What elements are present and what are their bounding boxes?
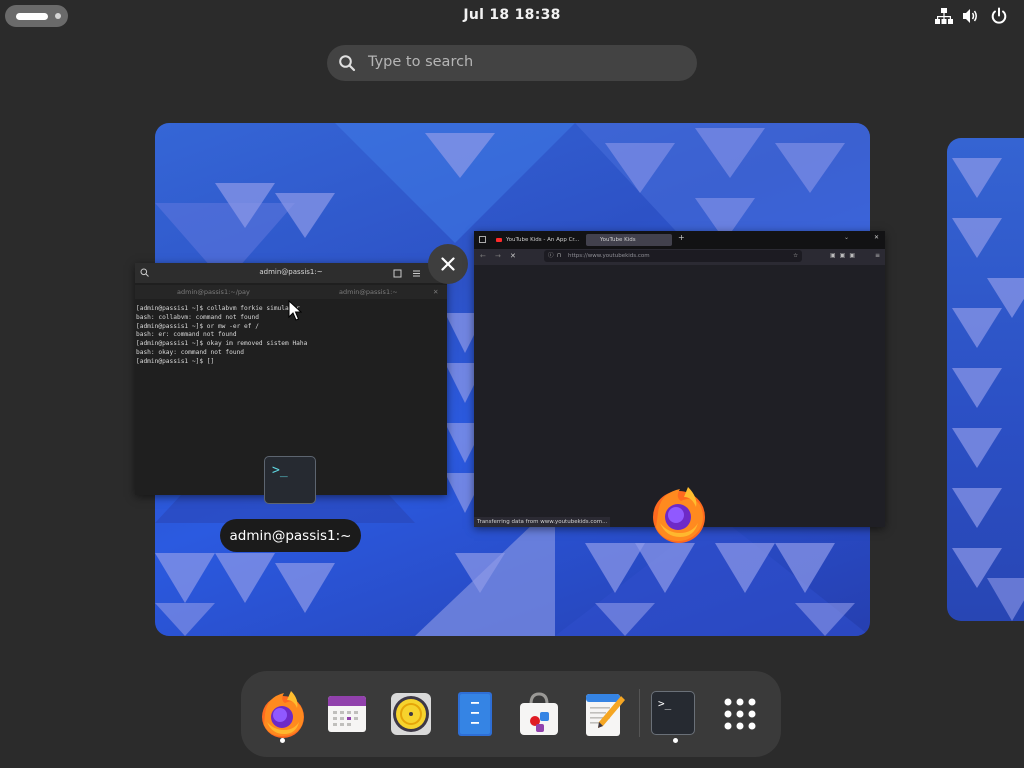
wallpaper-next — [952, 158, 1024, 621]
terminal-prompt-glyph: >_ — [658, 697, 672, 710]
firefox-icon — [653, 487, 705, 543]
show-apps-grid-icon[interactable] — [714, 688, 766, 740]
search-placeholder: Type to search — [368, 54, 474, 70]
network-icon[interactable] — [935, 7, 953, 25]
new-tab-icon: + — [678, 233, 685, 242]
terminal-tab: admin@passis1:~ — [339, 288, 398, 296]
mouse-pointer-icon — [288, 300, 302, 321]
window-title-label: admin@passis1:~ — [220, 519, 361, 552]
lock-icon: ⊓ — [557, 253, 562, 259]
stop-icon: ✕ — [510, 252, 516, 260]
chevron-down-icon: ⌄ — [844, 234, 850, 241]
info-icon: ⓘ — [548, 253, 554, 259]
browser-tab-title: YouTube Kids — [600, 237, 636, 243]
terminal-line: [admin@passis1 ~]$ okay im removed siste… — [136, 340, 308, 348]
browser-tab-title: YouTube Kids - An App Cr... — [506, 237, 580, 243]
terminal-tab: admin@passis1:~/pay — [177, 288, 250, 296]
dash-dock: >_ — [241, 671, 781, 757]
menu-icon: ≡ — [875, 252, 881, 259]
youtube-icon — [496, 238, 502, 242]
browser-tab-bar: YouTube Kids - An App Cr... YouTube Kids… — [474, 231, 885, 249]
running-indicator — [280, 738, 285, 743]
browser-tab-active: YouTube Kids — [586, 234, 672, 246]
close-icon — [441, 257, 455, 271]
terminal-headerbar: admin@passis1:~ — [135, 263, 447, 283]
browser-navbar: ← → ✕ ⓘ ⊓ https://www.youtubekids.com ☆ … — [474, 249, 885, 265]
dock-software-icon[interactable] — [513, 688, 565, 740]
close-icon: ✕ — [874, 234, 880, 241]
volume-icon[interactable] — [962, 7, 980, 25]
terminal-line: [admin@passis1 ~]$ or mw -er ef / — [136, 322, 259, 330]
power-icon[interactable] — [990, 7, 1008, 25]
dock-separator — [639, 689, 640, 737]
dock-rhythmbox-icon[interactable] — [385, 688, 437, 740]
back-icon: ← — [480, 252, 486, 260]
window-title-text: admin@passis1:~ — [229, 528, 352, 544]
tab-list-icon — [479, 236, 486, 243]
url-text: https://www.youtubekids.com — [568, 253, 650, 259]
browser-tab: YouTube Kids - An App Cr... — [492, 234, 584, 246]
dock-terminal-icon[interactable]: >_ — [651, 691, 695, 735]
terminal-app-icon: >_ — [264, 456, 316, 504]
clock[interactable]: Jul 18 18:38 — [0, 7, 1024, 23]
new-tab-icon — [393, 269, 402, 278]
running-indicator — [673, 738, 678, 743]
terminal-line: [admin@passis1 ~]$ [] — [136, 357, 215, 365]
search-bar[interactable]: Type to search — [327, 45, 697, 81]
dock-text-editor-icon[interactable] — [577, 688, 629, 740]
search-icon — [339, 55, 356, 72]
dock-firefox-icon[interactable] — [257, 688, 309, 740]
close-window-button[interactable] — [428, 244, 468, 284]
bookmark-star-icon: ☆ — [793, 253, 798, 259]
browser-status-bar: Transferring data from www.youtubekids.c… — [474, 517, 611, 527]
terminal-tab-bar: admin@passis1:~/pay admin@passis1:~ ✕ — [135, 285, 447, 299]
toolbar-icons: ▣▣▣ — [830, 252, 860, 259]
top-bar: Jul 18 18:38 — [0, 0, 1024, 32]
dock-document-icon[interactable] — [449, 688, 501, 740]
terminal-line: bash: okay: command not found — [136, 348, 245, 356]
terminal-prompt-glyph: >_ — [272, 463, 288, 478]
workspace-preview-next[interactable] — [947, 138, 1024, 621]
menu-icon — [413, 270, 420, 277]
terminal-line: bash: er: command not found — [136, 331, 237, 339]
url-bar: ⓘ ⊓ https://www.youtubekids.com ☆ — [544, 250, 802, 262]
dock-calendar-icon[interactable] — [321, 688, 373, 740]
forward-icon: → — [495, 252, 501, 260]
close-tab-icon: ✕ — [433, 288, 439, 296]
